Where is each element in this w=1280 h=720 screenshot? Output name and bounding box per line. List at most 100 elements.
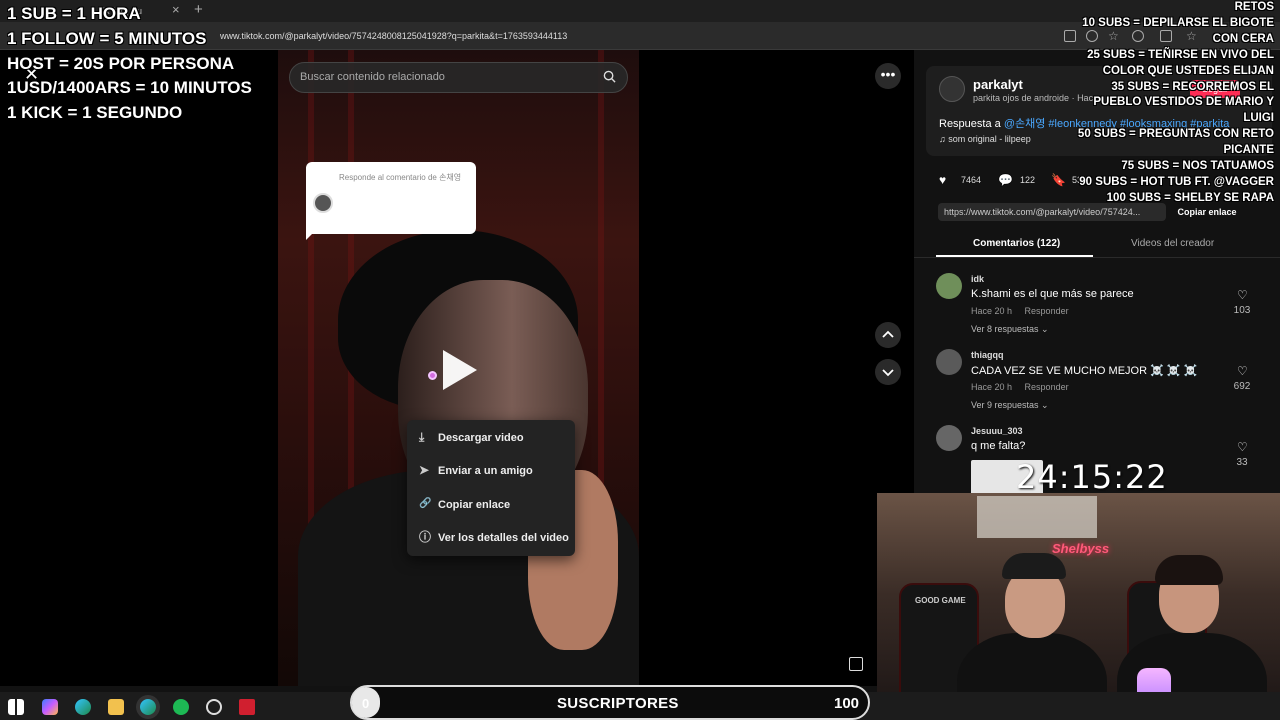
- reply-button[interactable]: Responder: [1025, 382, 1069, 392]
- link-icon: 🔗: [419, 498, 432, 509]
- copilot-icon[interactable]: [42, 699, 58, 715]
- webcam-overlay: Shelbyss GOOD GAME: [877, 493, 1280, 720]
- challenge-line: 35 SUBS = RECORREMOS EL: [1111, 80, 1274, 93]
- comment-meta: Hace 20 h Responder: [971, 306, 1069, 316]
- comment-avatar[interactable]: [936, 349, 962, 375]
- miniplayer-icon[interactable]: [849, 657, 863, 671]
- menu-item-label: Enviar a un amigo: [438, 465, 533, 477]
- app-icon[interactable]: [239, 699, 255, 715]
- tab-comments[interactable]: Comentarios (122): [973, 238, 1060, 249]
- comment-like-icon[interactable]: ♡: [1237, 441, 1248, 453]
- challenge-line: 90 SUBS = HOT TUB FT. @VAGGER: [1079, 175, 1274, 188]
- reply-card-tail: [306, 228, 318, 240]
- windows-start-icon[interactable]: [8, 699, 24, 715]
- neon-sign: Shelbyss: [1052, 541, 1110, 556]
- edge-icon[interactable]: [75, 699, 91, 715]
- caption-prefix: Respuesta a: [939, 118, 1004, 130]
- rule-line: 1 SUB = 1 HORA: [7, 4, 141, 23]
- creator-avatar[interactable]: [939, 76, 965, 102]
- comment-like-count: 103: [1233, 305, 1251, 316]
- comment-username[interactable]: thiagqq: [971, 350, 1004, 360]
- music-info[interactable]: ♫ som original - lilpeep: [939, 134, 1031, 144]
- comment-text: q me falta?: [971, 440, 1026, 452]
- challenge-line: 10 SUBS = DEPILARSE EL BIGOTE: [1082, 16, 1274, 29]
- comment-avatar[interactable]: [936, 425, 962, 451]
- chevron-down-icon: [882, 369, 894, 377]
- menu-item-send[interactable]: ➤ Enviar a un amigo: [407, 454, 575, 487]
- like-count: 7464: [961, 175, 982, 185]
- challenge-line: COLOR QUE USTEDES ELIJAN: [1102, 64, 1274, 77]
- chevron-up-icon: [882, 330, 894, 338]
- chair-brand-label: GOOD GAME: [915, 596, 966, 605]
- rule-line: 1USD/1400ARS = 10 MINUTOS: [7, 78, 252, 98]
- challenge-line: LUIGI: [1243, 112, 1274, 125]
- rule-line: 1 FOLLOW = 5 MINUTOS: [7, 28, 207, 48]
- music-note-icon: ♫: [939, 134, 949, 144]
- view-replies-button[interactable]: Ver 8 respuestas ⌄: [971, 324, 1049, 335]
- send-icon: ➤: [419, 463, 430, 477]
- sub-goal-min: 0: [362, 696, 370, 711]
- comment-text: K.shami es el que más se parece: [971, 288, 1134, 300]
- creator-name[interactable]: parkalyt: [973, 77, 1023, 92]
- comment-username[interactable]: Jesuuu_303: [971, 426, 1023, 436]
- bookmark-icon[interactable]: 🔖: [1051, 173, 1066, 187]
- comment-time: Hace 20 h: [971, 306, 1013, 316]
- comment-like-icon[interactable]: ♡: [1237, 289, 1248, 301]
- challenge-line: RETOS: [1234, 1, 1274, 13]
- challenge-line: 75 SUBS = NOS TATUAMOS: [1121, 160, 1274, 173]
- play-icon[interactable]: [443, 350, 477, 390]
- rule-line: 1 KICK = 1 SEGUNDO: [7, 103, 183, 123]
- menu-item-copy-link[interactable]: 🔗 Copiar enlace: [407, 488, 575, 521]
- menu-item-details[interactable]: ⓘ Ver los detalles del video: [407, 521, 575, 554]
- comment-like-count: 692: [1233, 381, 1251, 392]
- subathon-timer: 24:15:22: [1016, 458, 1168, 496]
- info-icon: ⓘ: [419, 530, 432, 544]
- comment-icon[interactable]: 💬: [998, 173, 1013, 187]
- music-title: som original - lilpeep: [948, 134, 1031, 144]
- previous-video-button[interactable]: [875, 322, 901, 348]
- reply-avatar: [313, 193, 333, 213]
- comment-username[interactable]: idk: [971, 274, 984, 284]
- next-video-button[interactable]: [875, 359, 901, 385]
- url-text[interactable]: www.tiktok.com/@parkalyt/video/757424800…: [220, 31, 567, 41]
- sub-goal-max: 100: [834, 695, 860, 712]
- sub-goal-label: SUSCRIPTORES: [557, 695, 679, 712]
- obs-icon[interactable]: [206, 699, 222, 715]
- comment-count: 122: [1020, 175, 1036, 185]
- caption-mention[interactable]: @손채영: [1004, 118, 1046, 130]
- wall-photos: [977, 496, 1097, 538]
- search-icon[interactable]: [603, 70, 616, 83]
- menu-item-label: Copiar enlace: [438, 499, 511, 511]
- sub-rules-overlay: 1 SUB = 1 HORA 1 FOLLOW = 5 MINUTOS HOST…: [7, 2, 252, 126]
- challenges-overlay: RETOS 10 SUBS = DEPILARSE EL BIGOTE CON …: [1064, 0, 1274, 207]
- challenge-line: PICANTE: [1223, 144, 1274, 157]
- view-replies-button[interactable]: Ver 9 respuestas ⌄: [971, 400, 1049, 411]
- challenge-line: 100 SUBS = SHELBY SE RAPA: [1106, 191, 1274, 204]
- comment-like-icon[interactable]: ♡: [1237, 365, 1248, 377]
- comment-meta: Hace 20 h Responder: [971, 382, 1069, 392]
- edge-active-icon[interactable]: [140, 699, 156, 715]
- download-icon: ⤓: [419, 430, 425, 444]
- menu-item-download[interactable]: ⤓ Descargar video: [407, 421, 575, 454]
- tab-underline: [936, 255, 1093, 257]
- challenge-line: PUEBLO VESTIDOS DE MARIO Y: [1093, 96, 1274, 109]
- search-input[interactable]: Buscar contenido relacionado: [300, 71, 445, 83]
- comment-time: Hace 20 h: [971, 382, 1013, 392]
- challenge-line: CON CERA: [1212, 32, 1274, 45]
- rule-line: HOST = 20S POR PERSONA: [7, 53, 235, 73]
- comment-avatar[interactable]: [936, 273, 962, 299]
- heart-icon[interactable]: ♥: [939, 173, 953, 187]
- reply-button[interactable]: Responder: [1025, 306, 1069, 316]
- more-options-button[interactable]: •••: [875, 63, 901, 89]
- file-explorer-icon[interactable]: [108, 699, 124, 715]
- reply-text: IGUAL A LEÓN KENNEDY [foto]: [339, 195, 440, 226]
- reply-meta: Responde al comentario de 손채영: [339, 173, 462, 182]
- challenge-line: 50 SUBS = PREGUNTAS CON RETO: [1077, 128, 1274, 141]
- context-menu: ⤓ Descargar video ➤ Enviar a un amigo 🔗 …: [407, 420, 575, 556]
- comment-text: CADA VEZ SE VE MUCHO MEJOR ☠️ ☠️ ☠️: [971, 365, 1198, 377]
- spotify-icon[interactable]: [173, 699, 189, 715]
- challenge-line: 25 SUBS = TEÑIRSE EN VIVO DEL: [1087, 48, 1274, 61]
- comment-like-count: 33: [1236, 457, 1248, 468]
- tab-creator-videos[interactable]: Videos del creador: [1131, 238, 1214, 249]
- tab-divider: [914, 257, 1280, 258]
